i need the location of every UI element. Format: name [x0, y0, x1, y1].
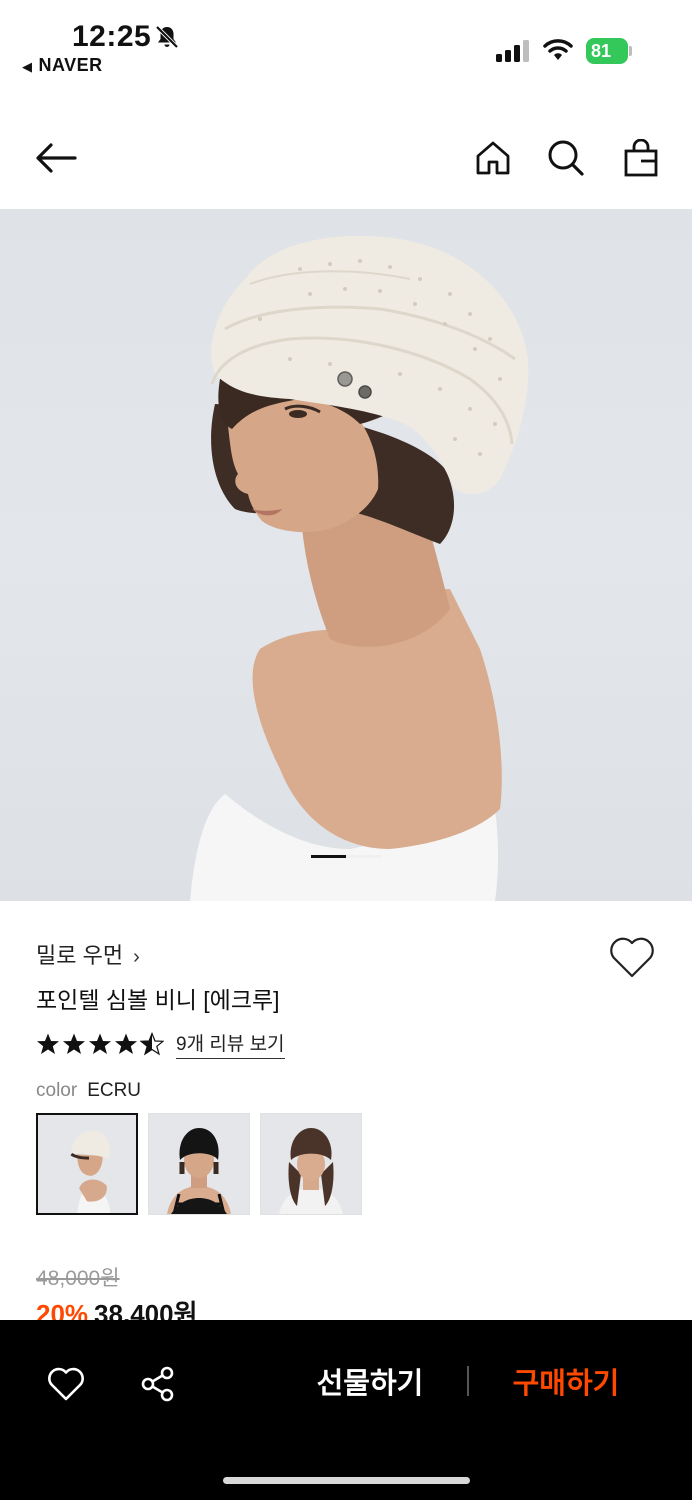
signal-icon: [496, 40, 532, 67]
gift-button[interactable]: 선물하기: [300, 1362, 440, 1406]
home-icon[interactable]: [469, 134, 517, 182]
model-illustration: [190, 235, 529, 901]
star-icon: [37, 1033, 59, 1054]
color-label: color: [36, 1080, 78, 1101]
color-option-ecru[interactable]: [36, 1113, 138, 1215]
buy-button[interactable]: 구매하기: [496, 1362, 636, 1406]
share-icon[interactable]: [134, 1360, 182, 1408]
shopping-bag-icon[interactable]: [617, 134, 665, 182]
button-divider: [467, 1366, 469, 1396]
product-image[interactable]: [0, 209, 692, 901]
wishlist-heart-icon[interactable]: [608, 935, 656, 981]
brand-name: 밀로 우먼: [36, 943, 124, 968]
status-bar: 12:25 ◀ NAVER 81: [0, 0, 692, 90]
rating-row: 9개 리뷰 보기: [36, 1029, 285, 1059]
back-arrow-icon[interactable]: [32, 134, 80, 182]
home-indicator[interactable]: [223, 1477, 470, 1484]
bottom-action-bar: 선물하기 구매하기: [0, 1320, 692, 1500]
star-icon: [115, 1033, 137, 1054]
color-option-black[interactable]: [148, 1113, 250, 1215]
battery-icon: 81: [586, 38, 632, 64]
back-app-label: NAVER: [38, 55, 103, 75]
review-link[interactable]: 9개 리뷰 보기: [176, 1029, 285, 1059]
back-triangle-icon: ◀: [22, 59, 33, 74]
top-nav: [0, 110, 692, 206]
bell-slash-icon: [154, 24, 180, 55]
wifi-icon: [543, 38, 573, 67]
brand-link[interactable]: 밀로 우먼 ›: [36, 938, 140, 970]
carousel-indicator-active: [311, 855, 346, 858]
chevron-right-icon: ›: [133, 946, 140, 968]
heart-icon[interactable]: [42, 1360, 90, 1408]
star-rating: [36, 1032, 164, 1056]
color-row: color ECRU: [36, 1080, 141, 1102]
color-value: ECRU: [87, 1080, 142, 1101]
star-icon: [89, 1033, 111, 1054]
original-price: 48,000원: [36, 1267, 120, 1290]
search-icon[interactable]: [542, 134, 590, 182]
product-title: 포인텔 심볼 비니 [에크루]: [36, 987, 280, 1013]
color-option-brown[interactable]: [260, 1113, 362, 1215]
star-icon: [63, 1033, 85, 1054]
half-star-icon: [140, 1032, 164, 1056]
carousel-indicator: [311, 855, 381, 858]
status-time: 12:25: [72, 20, 152, 53]
back-to-app[interactable]: ◀ NAVER: [22, 55, 103, 76]
color-options: [36, 1113, 362, 1215]
battery-level: 81: [586, 38, 628, 64]
